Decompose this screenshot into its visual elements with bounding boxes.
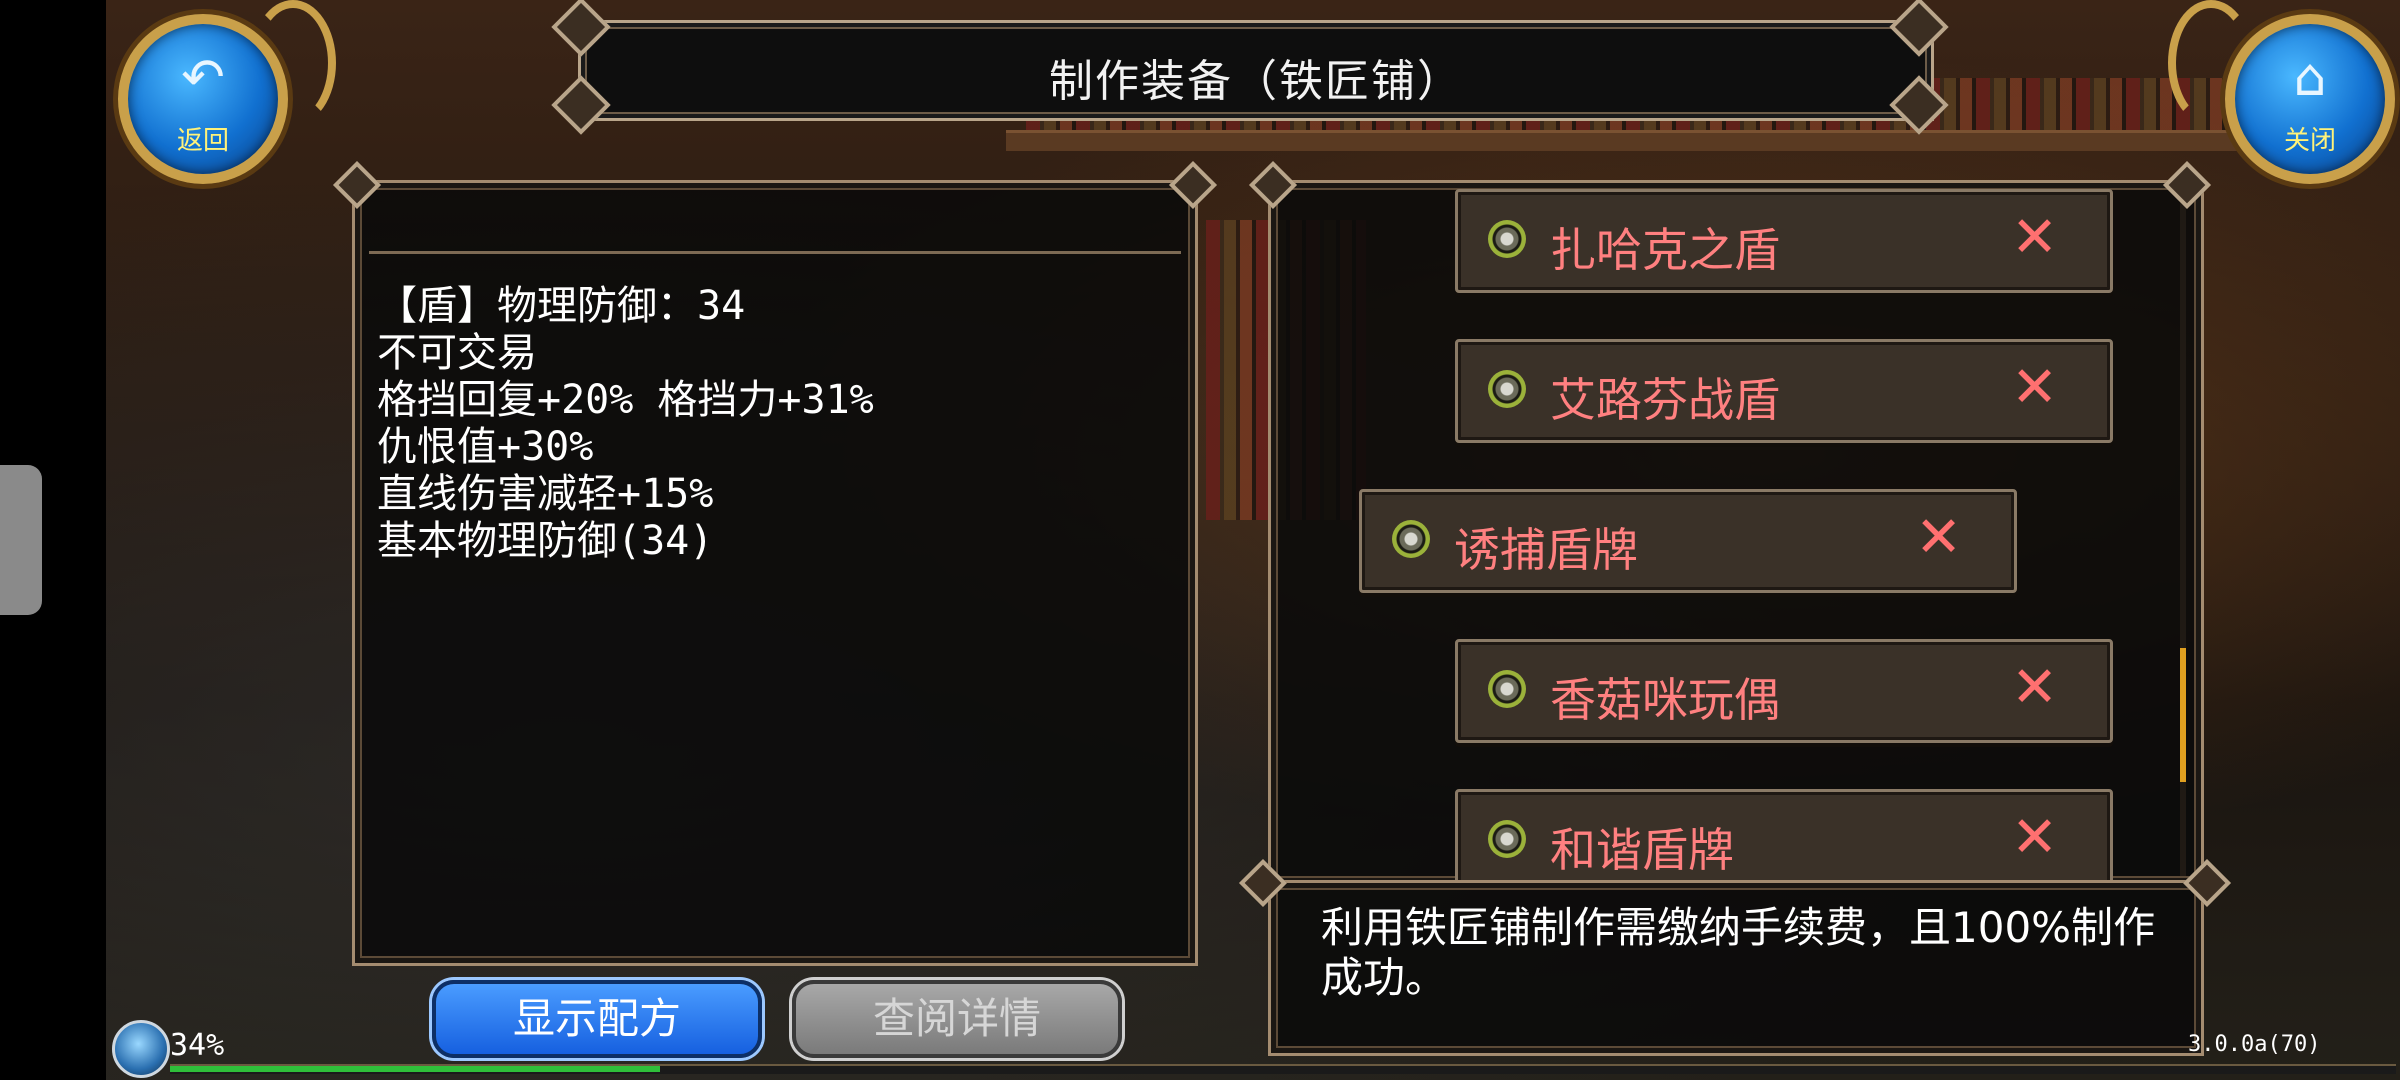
shield-icon bbox=[1488, 670, 1526, 708]
stat-line: 格挡回复+20% 格挡力+31% bbox=[377, 377, 874, 423]
stat-line: 不可交易 bbox=[377, 330, 537, 376]
experience-bar-fill bbox=[170, 1066, 660, 1072]
recipe-item[interactable]: 和谐盾牌 ✕ bbox=[1455, 789, 2113, 883]
remove-icon[interactable]: ✕ bbox=[2011, 210, 2058, 266]
item-detail-panel: 【盾】物理防御：34 不可交易 格挡回复+20% 格挡力+31% 仇恨值+30%… bbox=[352, 180, 1198, 966]
stat-line: 【盾】物理防御：34 bbox=[377, 283, 746, 329]
recipe-item-name: 艾路芬战盾 bbox=[1550, 373, 1780, 427]
shield-icon bbox=[1488, 370, 1526, 408]
shield-icon bbox=[1488, 820, 1526, 858]
page-title: 制作装备（铁匠铺） bbox=[1049, 56, 1463, 107]
info-panel: 利用铁匠铺制作需缴纳手续费，且100%制作成功。 bbox=[1268, 880, 2204, 1056]
hud-percent: 34% bbox=[170, 1028, 225, 1063]
close-button-label: 关闭 bbox=[2283, 126, 2336, 156]
recipe-item-selected[interactable]: 诱捕盾牌 ✕ bbox=[1359, 489, 2017, 593]
stat-line: 基本物理防御(34) bbox=[377, 518, 714, 564]
item-detail-header bbox=[369, 195, 1181, 254]
close-button[interactable]: ⌂ 关闭 bbox=[2225, 14, 2395, 184]
stat-line: 直线伤害减轻+15% bbox=[377, 471, 714, 517]
remove-icon[interactable]: ✕ bbox=[1915, 510, 1962, 566]
info-text: 利用铁匠铺制作需缴纳手续费，且100%制作成功。 bbox=[1321, 903, 2156, 1002]
recipe-item[interactable]: 艾路芬战盾 ✕ bbox=[1455, 339, 2113, 443]
scrollbar-thumb[interactable] bbox=[2180, 648, 2186, 782]
recipe-item-name: 和谐盾牌 bbox=[1550, 823, 1734, 877]
item-stats: 【盾】物理防御：34 不可交易 格挡回复+20% 格挡力+31% 仇恨值+30%… bbox=[377, 283, 874, 565]
screen-edge-handle bbox=[0, 465, 42, 615]
back-button-label: 返回 bbox=[176, 126, 229, 156]
show-recipe-button[interactable]: 显示配方 bbox=[432, 980, 762, 1058]
remove-icon[interactable]: ✕ bbox=[2011, 660, 2058, 716]
energy-orb-icon bbox=[112, 1020, 170, 1078]
remove-icon[interactable]: ✕ bbox=[2011, 360, 2058, 416]
home-icon: ⌂ bbox=[2293, 48, 2327, 108]
stat-line: 仇恨值+30% bbox=[377, 424, 594, 470]
shield-icon bbox=[1392, 520, 1430, 558]
bookshelf-ledge bbox=[1006, 130, 2306, 151]
shield-icon bbox=[1488, 220, 1526, 258]
view-details-button[interactable]: 查阅详情 bbox=[792, 980, 1122, 1058]
recipe-item[interactable]: 香菇咪玩偶 ✕ bbox=[1455, 639, 2113, 743]
recipe-item[interactable]: 扎哈克之盾 ✕ bbox=[1455, 189, 2113, 293]
return-arrow-icon: ↶ bbox=[181, 48, 225, 108]
version-label: 3.0.0a(70) bbox=[2188, 1032, 2321, 1057]
title-bar: 制作装备（铁匠铺） bbox=[578, 20, 1934, 121]
recipe-list-panel: 扎哈克之盾 ✕ 艾路芬战盾 ✕ 诱捕盾牌 ✕ 香菇咪玩偶 ✕ 和谐盾牌 ✕ bbox=[1268, 180, 2204, 886]
recipe-item-name: 香菇咪玩偶 bbox=[1550, 673, 1780, 727]
recipe-item-name: 诱捕盾牌 bbox=[1454, 523, 1638, 577]
recipe-item-name: 扎哈克之盾 bbox=[1550, 223, 1780, 277]
back-button[interactable]: ↶ 返回 bbox=[118, 14, 288, 184]
remove-icon[interactable]: ✕ bbox=[2011, 810, 2058, 866]
